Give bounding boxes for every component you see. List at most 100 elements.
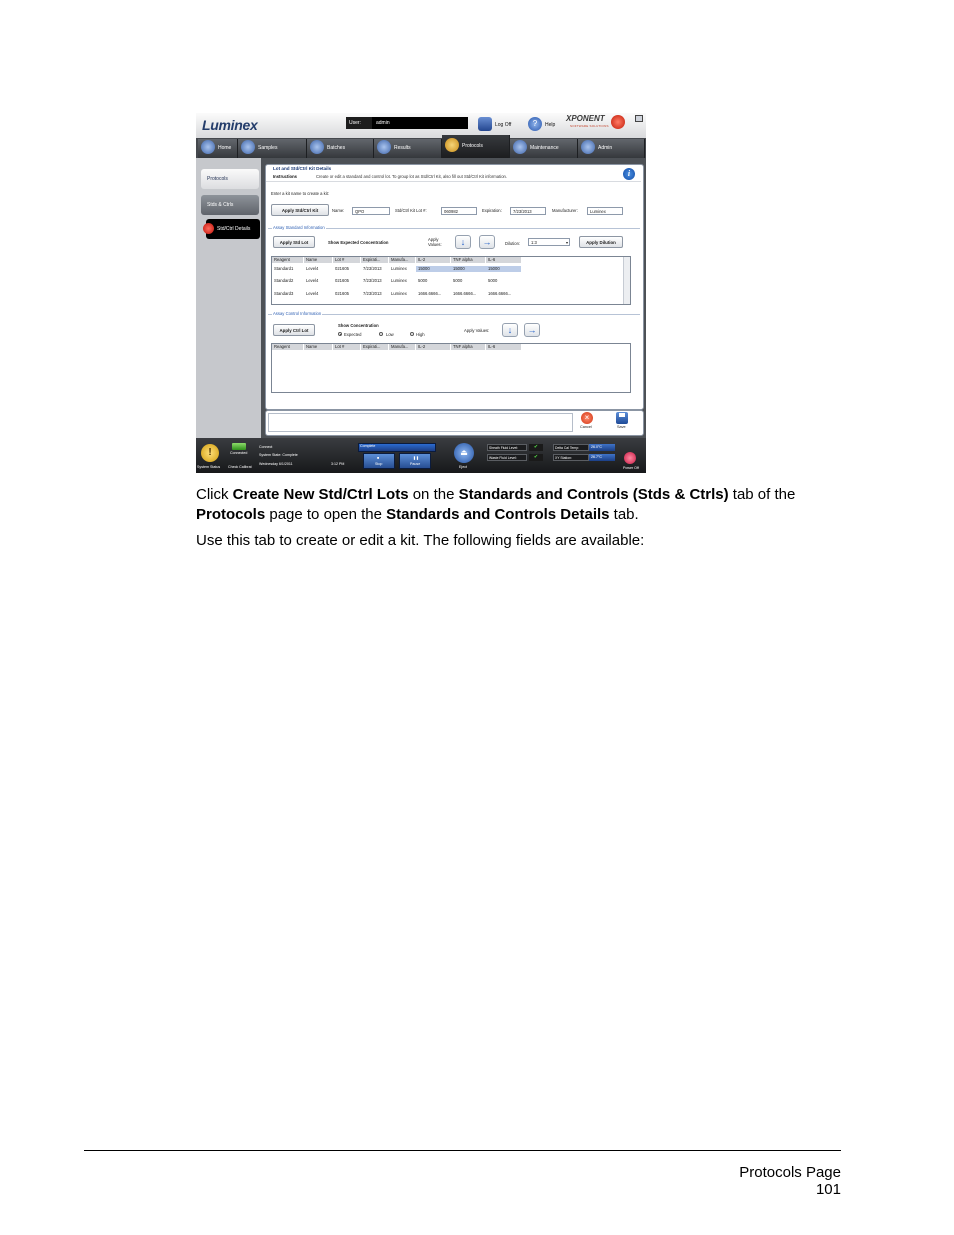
column-header[interactable]: Manufa...	[389, 257, 415, 263]
standard-grid[interactable]: Reagent Name Lot # Expirati... Manufa...…	[271, 256, 631, 305]
side-tab-protocols[interactable]: Protocols	[201, 169, 259, 189]
help-icon[interactable]: ?	[528, 117, 542, 131]
save-button[interactable]: Save	[617, 425, 626, 429]
tab-admin[interactable]: Admin	[578, 139, 645, 158]
table-cell[interactable]: Luminex	[389, 278, 407, 284]
table-cell[interactable]: 15000	[451, 266, 465, 272]
column-header[interactable]: TNF alpha	[451, 344, 485, 350]
bold-run: Create New Std/Ctrl Lots	[232, 486, 409, 503]
table-cell[interactable]: 5000	[451, 278, 462, 284]
table-cell[interactable]: 15000	[486, 266, 500, 272]
table-cell[interactable]: 021605	[333, 291, 349, 297]
name-field[interactable]: QPO	[352, 207, 390, 215]
table-cell[interactable]: 1666.6666...	[486, 291, 511, 297]
table-cell[interactable]: Level4	[304, 266, 318, 272]
tab-protocols[interactable]: Protocols	[442, 135, 510, 158]
side-tab-std-ctrl-details[interactable]: Std/Ctrl Details	[206, 219, 260, 239]
column-header[interactable]: IL-6	[486, 344, 521, 350]
tab-batches[interactable]: Batches	[307, 139, 374, 158]
text-run: tab.	[609, 506, 639, 523]
column-header[interactable]: Reagent	[272, 257, 303, 263]
manufacturer-field[interactable]: Luminex	[587, 207, 623, 215]
save-icon[interactable]	[616, 412, 628, 424]
dilution-label: Dilution:	[505, 241, 521, 246]
table-cell[interactable]: 7/23/2013	[361, 291, 382, 297]
control-section-label: Assay Control Information	[272, 311, 323, 316]
results-icon	[377, 140, 391, 154]
log-off-icon[interactable]	[478, 117, 492, 131]
table-cell[interactable]: Standard1	[272, 266, 293, 272]
kit-lot-field[interactable]: 060982	[441, 207, 477, 215]
stop-button[interactable]: ■ Stop	[363, 453, 395, 469]
column-header[interactable]: IL-2	[416, 257, 450, 263]
table-cell[interactable]: 7/23/2013	[361, 266, 382, 272]
column-header[interactable]: Lot #	[333, 344, 360, 350]
column-header[interactable]: TNF alpha	[451, 257, 485, 263]
connection-icon[interactable]	[232, 443, 246, 450]
radio-low[interactable]	[379, 332, 383, 336]
table-cell[interactable]: 5000	[486, 278, 497, 284]
column-header[interactable]: Name	[304, 344, 332, 350]
table-cell[interactable]: 021605	[333, 278, 349, 284]
window-icon[interactable]	[635, 115, 643, 122]
radio-expected[interactable]	[338, 332, 342, 336]
expiration-field[interactable]: 7/23/2013	[510, 207, 546, 215]
delta-cal-value: 26.0°C	[589, 444, 615, 451]
status-line-connect: Connect	[259, 445, 273, 449]
table-cell[interactable]: Level4	[304, 278, 318, 284]
column-header[interactable]: Lot #	[333, 257, 360, 263]
eject-button[interactable]: Eject	[459, 465, 467, 469]
status-light-icon	[611, 115, 625, 129]
ctrl-apply-right-arrow-icon[interactable]: →	[524, 323, 540, 337]
column-header[interactable]: Manufa...	[389, 344, 415, 350]
radio-low-label: Low	[386, 332, 394, 337]
control-grid[interactable]: Reagent Name Lot # Expirati... Manufa...…	[271, 343, 631, 393]
apply-ctrl-lot-button[interactable]: Apply Ctrl Lot	[273, 324, 315, 336]
radio-high[interactable]	[410, 332, 414, 336]
apply-kit-button[interactable]: Apply Std/Ctrl Kit	[271, 204, 329, 216]
user-label: User:	[346, 117, 375, 129]
apply-down-arrow-icon[interactable]: ↓	[455, 235, 471, 249]
apply-dilution-button[interactable]: Apply Dilution	[579, 236, 623, 248]
system-status-icon[interactable]: !	[201, 444, 219, 462]
column-header[interactable]: IL-6	[486, 257, 521, 263]
table-cell[interactable]	[416, 266, 521, 272]
log-off-button[interactable]: Log Off	[495, 122, 511, 128]
column-header[interactable]: Name	[304, 257, 332, 263]
table-cell[interactable]: 021605	[333, 266, 349, 272]
side-tab-stds-ctrls[interactable]: Stds & Ctrls	[201, 195, 259, 215]
ctrl-apply-down-arrow-icon[interactable]: ↓	[502, 323, 518, 337]
column-header[interactable]: IL-2	[416, 344, 450, 350]
eject-icon[interactable]: ⏏	[454, 443, 474, 463]
table-cell[interactable]: 15000	[416, 266, 430, 272]
kit-lot-label: Std/Ctrl Kit Lot #:	[395, 208, 427, 213]
power-icon[interactable]	[624, 452, 636, 464]
table-cell[interactable]: Standard2	[272, 278, 293, 284]
table-cell[interactable]: Luminex	[389, 266, 407, 272]
cancel-icon[interactable]: ×	[581, 412, 593, 424]
column-header[interactable]: Expirati...	[361, 257, 388, 263]
table-cell[interactable]: 7/23/2013	[361, 278, 382, 284]
table-cell[interactable]: Standard3	[272, 291, 293, 297]
apply-right-arrow-icon[interactable]: →	[479, 235, 495, 249]
table-cell[interactable]: 5000	[416, 278, 427, 284]
apply-std-lot-button[interactable]: Apply Std Lot	[273, 236, 315, 248]
column-header[interactable]: Reagent	[272, 344, 303, 350]
power-off-button[interactable]: Power Off	[623, 466, 639, 470]
table-cell[interactable]: Level4	[304, 291, 318, 297]
tab-maintenance[interactable]: Maintenance	[510, 139, 578, 158]
home-icon	[201, 140, 215, 154]
info-icon[interactable]: i	[623, 168, 635, 180]
dilution-select[interactable]: 1:3 ▾	[528, 238, 570, 246]
tab-results[interactable]: Results	[374, 139, 442, 158]
table-cell[interactable]: 1666.6666...	[451, 291, 476, 297]
tab-home[interactable]: Home	[198, 139, 238, 158]
help-button[interactable]: Help	[545, 122, 555, 128]
table-cell[interactable]: Luminex	[389, 291, 407, 297]
pause-button[interactable]: ❚❚ Pause	[399, 453, 431, 469]
vertical-scrollbar[interactable]	[623, 257, 630, 304]
column-header[interactable]: Expirati...	[361, 344, 388, 350]
tab-samples[interactable]: Samples	[238, 139, 307, 158]
cancel-button[interactable]: Cancel	[580, 425, 592, 429]
table-cell[interactable]: 1666.6666...	[416, 291, 441, 297]
